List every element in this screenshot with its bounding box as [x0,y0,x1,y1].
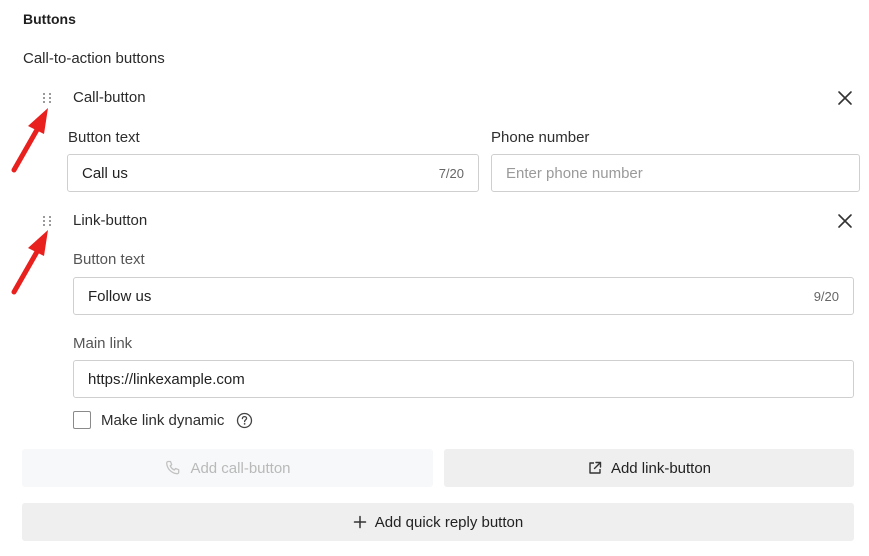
phone-number-label: Phone number [491,129,590,146]
plus-icon [353,515,367,529]
call-button-text-value: Call us [82,164,128,182]
char-counter: 9/20 [813,288,839,304]
phone-number-input[interactable]: Enter phone number [491,154,860,192]
close-icon[interactable] [836,89,854,107]
link-button-text-label: Button text [73,251,145,268]
add-link-button[interactable]: Add link-button [444,449,854,487]
char-counter: 7/20 [438,165,464,181]
main-link-label: Main link [73,335,133,352]
call-button-title: Call-button [73,89,146,106]
link-button-title: Link-button [73,212,148,229]
subsection-title: Call-to-action buttons [23,50,165,67]
help-circle-icon[interactable] [236,412,253,429]
add-call-button[interactable]: Add call-button [22,449,433,487]
link-button-text-value: Follow us [88,287,152,305]
red-arrow-annotation [11,108,48,173]
make-link-dynamic-label: Make link dynamic [101,412,225,429]
drag-handle-icon[interactable] [41,90,53,106]
make-link-dynamic-checkbox[interactable] [73,411,91,429]
main-link-value: https://linkexample.com [88,370,245,388]
close-icon[interactable] [836,212,854,230]
add-link-button-label: Add link-button [610,459,712,477]
call-button-text-input[interactable]: Call us 7/20 [67,154,479,192]
link-button-text-input[interactable]: Follow us 9/20 [73,277,854,315]
phone-icon [166,460,180,475]
section-title: Buttons [23,11,76,27]
add-quick-reply-button[interactable]: Add quick reply button [22,503,854,541]
main-link-input[interactable]: https://linkexample.com [73,360,854,398]
external-link-icon [589,461,602,474]
call-button-text-label: Button text [68,129,140,146]
add-call-button-label: Add call-button [190,459,291,477]
phone-number-placeholder: Enter phone number [506,164,643,182]
drag-handle-icon[interactable] [41,213,53,229]
add-quick-reply-button-label: Add quick reply button [374,513,524,531]
red-arrow-annotation [11,230,48,295]
